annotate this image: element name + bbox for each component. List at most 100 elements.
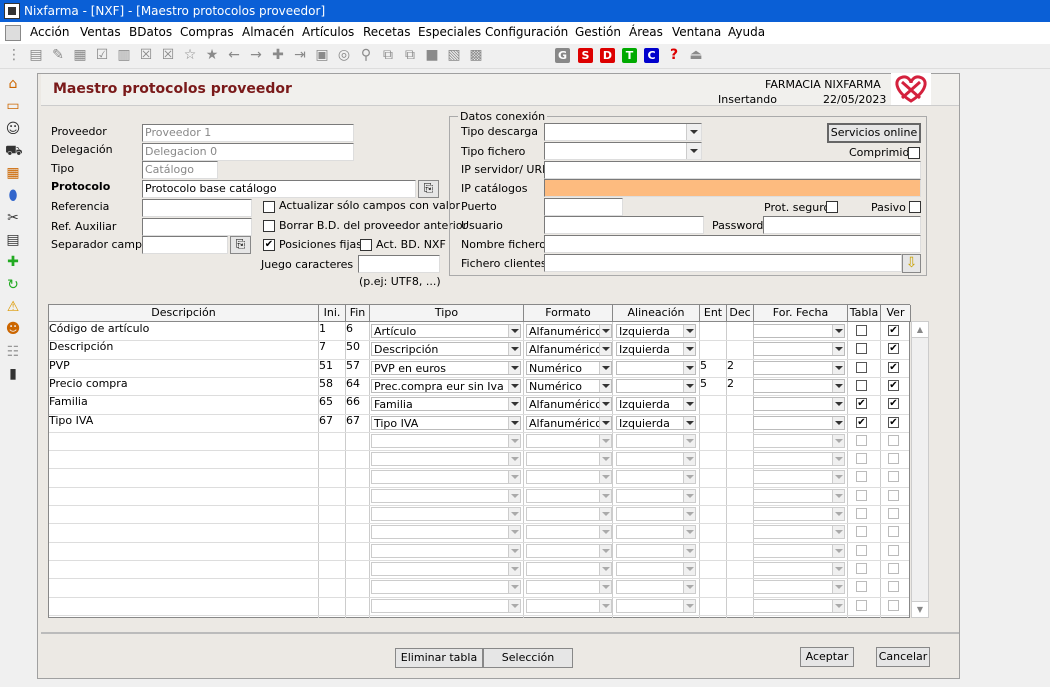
scroll-down-icon[interactable]: ▼ [912,601,928,617]
tipo-fichero-select[interactable] [544,142,702,160]
cell-fin[interactable]: 66 [346,395,368,409]
protocolo-field[interactable]: Protocolo base catálogo [142,180,416,198]
formato-select[interactable]: Alfanumérico [526,342,612,356]
lookup-protocolo-icon[interactable]: ⎘ [418,180,439,198]
store-icon[interactable]: ▦ [5,165,21,181]
alineacion-select[interactable] [616,525,696,539]
cart-icon[interactable]: ⛟ [5,143,23,159]
comprimido-checkbox[interactable] [908,147,920,159]
chevron-down-icon[interactable] [508,563,520,575]
alineacion-select[interactable] [616,599,696,613]
ver-checkbox[interactable] [888,435,899,446]
tipo-select[interactable]: Artículo [371,324,521,338]
chevron-down-icon[interactable] [832,417,844,429]
chevron-down-icon[interactable] [508,526,520,538]
menu-0[interactable]: Acción [30,25,69,39]
chevron-down-icon[interactable] [508,600,520,612]
fecha-select[interactable] [753,324,845,338]
tipo-select[interactable] [371,470,521,484]
tipo-select[interactable] [371,544,521,558]
fecha-select[interactable] [753,580,845,594]
nombre-fichero-field[interactable] [544,235,921,253]
cell-desc[interactable]: PVP [49,359,317,373]
ver-checkbox[interactable] [888,490,899,501]
check-icon[interactable]: ☑ [94,47,110,64]
forward-icon[interactable]: → [248,47,264,64]
tabla-checkbox[interactable] [856,362,867,373]
formato-select[interactable] [526,544,612,558]
ver-checkbox[interactable]: ✔ [888,417,899,428]
chevron-down-icon[interactable] [508,325,520,337]
tipo-select[interactable]: Familia [371,397,521,411]
cell-fin[interactable]: 50 [346,340,368,354]
menu-7[interactable]: Especiales [418,25,481,39]
delete-icon[interactable]: ☒ [138,47,154,64]
chevron-down-icon[interactable] [832,435,844,447]
tabla-checkbox[interactable] [856,581,867,592]
chevron-down-icon[interactable] [832,453,844,465]
formato-select[interactable]: Numérico [526,379,612,393]
chevron-down-icon[interactable] [599,343,611,355]
actbd-checkbox[interactable] [360,239,372,251]
arrow-down-icon[interactable]: ⇩ [902,254,921,273]
toolbar-g-icon[interactable]: G [555,48,570,63]
chevron-down-icon[interactable] [599,600,611,612]
chevron-down-icon[interactable] [599,471,611,483]
tipo-descarga-select[interactable] [544,123,702,141]
chevron-down-icon[interactable] [832,343,844,355]
ver-checkbox[interactable] [888,471,899,482]
grip-icon[interactable]: ⋮ [6,47,22,64]
fecha-select[interactable] [753,416,845,430]
ver-checkbox[interactable]: ✔ [888,325,899,336]
cell-ini[interactable]: 67 [319,414,344,428]
alineacion-select[interactable]: Izquierda [616,342,696,356]
cell-ini[interactable]: 58 [319,377,344,391]
paste-icon[interactable]: ⧉ [402,47,418,64]
chevron-down-icon[interactable] [599,508,611,520]
chevron-down-icon[interactable] [599,526,611,538]
actualizar-checkbox[interactable] [263,201,275,213]
target-icon[interactable]: ◎ [336,47,352,64]
formato-select[interactable] [526,599,612,613]
chevron-down-icon[interactable] [508,398,520,410]
cell-fin[interactable]: 6 [346,322,368,336]
help-icon[interactable]: ? [666,47,682,64]
tabla-checkbox[interactable] [856,600,867,611]
star-icon[interactable]: ★ [204,47,220,64]
ver-checkbox[interactable] [888,545,899,556]
chevron-down-icon[interactable] [683,435,695,447]
chevron-down-icon[interactable] [508,417,520,429]
tipo-select[interactable]: Descripción [371,342,521,356]
cell-desc[interactable]: Precio compra [49,377,317,391]
alineacion-select[interactable] [616,544,696,558]
export-icon[interactable]: ⇥ [292,47,308,64]
chevron-down-icon[interactable] [599,490,611,502]
chevron-down-icon[interactable] [599,380,611,392]
menu-1[interactable]: Ventas [80,25,121,39]
ver-checkbox[interactable]: ✔ [888,380,899,391]
fecha-select[interactable] [753,507,845,521]
chevron-down-icon[interactable] [832,508,844,520]
ver-checkbox[interactable] [888,508,899,519]
doc-icon[interactable]: ▧ [446,47,462,64]
cell-fin[interactable]: 67 [346,414,368,428]
tipo-select[interactable] [371,562,521,576]
warning-icon[interactable]: ⚠ [5,299,21,315]
chevron-down-icon[interactable] [832,380,844,392]
juego-field[interactable] [358,255,440,273]
vertical-scrollbar[interactable]: ▲ ▼ [911,321,929,618]
refaux-field[interactable] [142,218,252,236]
refresh-icon[interactable]: ↻ [5,277,21,293]
menu-10[interactable]: Áreas [629,25,663,39]
tabla-checkbox[interactable] [856,435,867,446]
list-icon[interactable]: ▤ [28,47,44,64]
chevron-down-icon[interactable] [683,380,695,392]
alineacion-select[interactable] [616,489,696,503]
usuario-field[interactable] [544,216,704,234]
ip-catalogos-field[interactable] [544,179,921,197]
formato-select[interactable] [526,525,612,539]
alineacion-select[interactable] [616,507,696,521]
chevron-down-icon[interactable] [683,362,695,374]
toolbar-c-icon[interactable]: C [644,48,659,63]
proveedor-field[interactable]: Proveedor 1 [142,124,354,142]
